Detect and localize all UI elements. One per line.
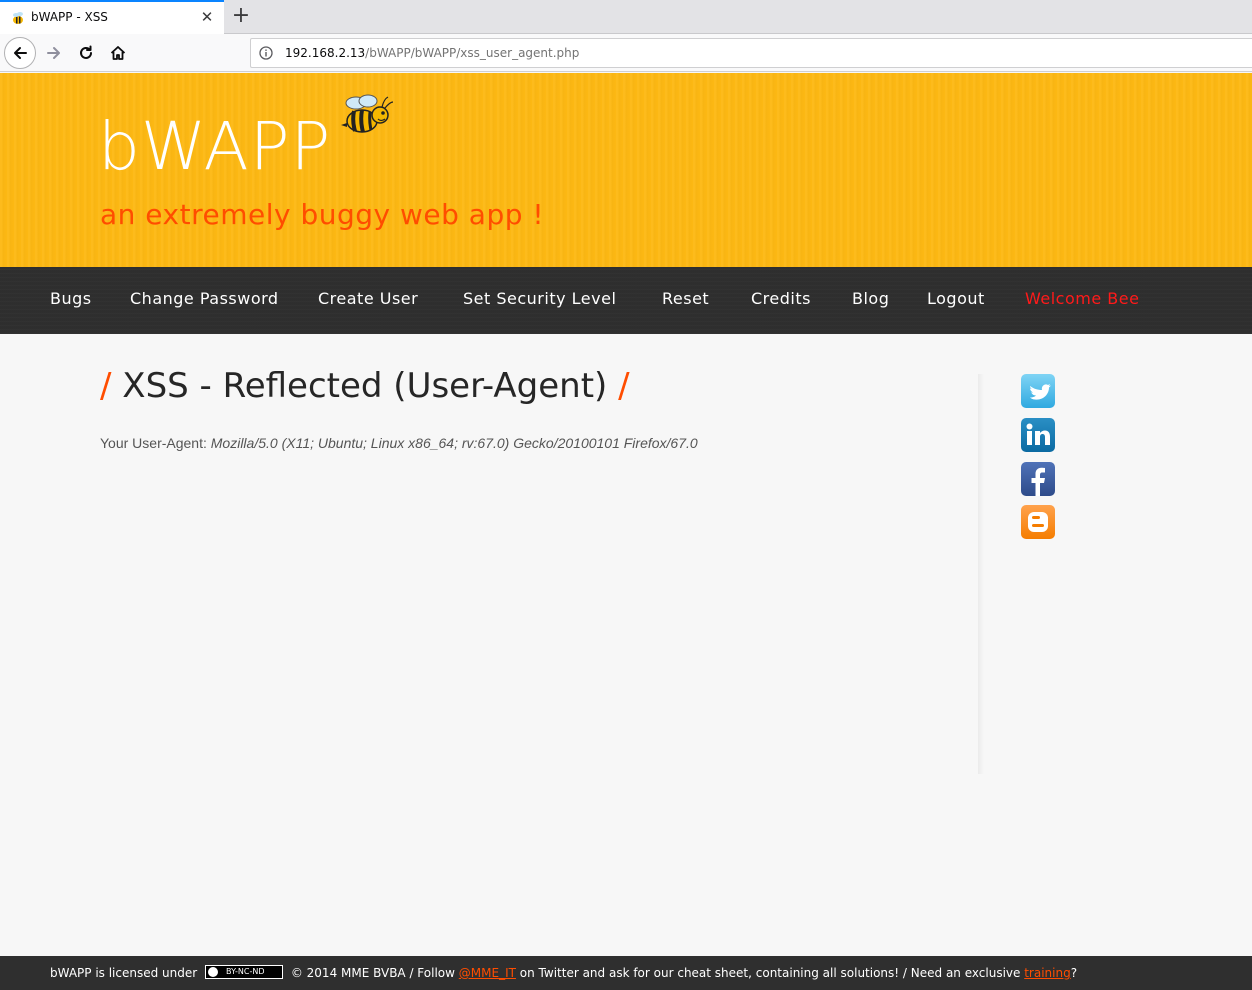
main-menu: Bugs Change Password Create User Set Sec…	[0, 267, 1252, 334]
menu-item-reset[interactable]: Reset	[662, 289, 709, 308]
linkedin-icon[interactable]	[1021, 418, 1055, 452]
footer-end-text: ?	[1070, 966, 1078, 980]
site-footer: bWAPP is licensed under BY-NC-ND © 2014 …	[0, 956, 1252, 990]
arrow-right-icon	[47, 47, 60, 59]
blogger-icon[interactable]	[1021, 505, 1055, 539]
browser-tab[interactable]: bWAPP - XSS ✕	[0, 0, 224, 34]
twitter-bird-icon	[1030, 384, 1051, 400]
training-link[interactable]: training	[1024, 966, 1071, 980]
title-slash-right: /	[618, 366, 630, 406]
url-host: 192.168.2.13	[285, 46, 366, 60]
sidebar-divider	[978, 374, 984, 774]
main-content: / XSS - Reflected (User-Agent) / Your Us…	[0, 334, 1252, 954]
url-bar[interactable]: 192.168.2.13/bWAPP/bWAPP/xss_user_agent.…	[250, 38, 1252, 68]
blogger-logo-icon	[1028, 512, 1048, 532]
cc-icon	[208, 966, 219, 977]
site-logo[interactable]: bWAPP	[98, 107, 331, 187]
menu-item-logout[interactable]: Logout	[927, 289, 985, 308]
home-icon	[110, 46, 126, 60]
menu-item-change-password[interactable]: Change Password	[130, 289, 279, 308]
new-tab-icon[interactable]: +	[230, 3, 252, 29]
creative-commons-badge[interactable]: BY-NC-ND	[205, 964, 284, 979]
title-slash-left: /	[100, 366, 112, 406]
arrow-left-icon	[14, 47, 27, 59]
user-agent-label: Your User-Agent:	[100, 435, 207, 451]
linkedin-logo-icon	[1026, 423, 1050, 445]
menu-item-set-security-level[interactable]: Set Security Level	[463, 289, 616, 308]
twitter-handle-link[interactable]: @MME_IT	[459, 966, 516, 980]
browser-tab-bar: bWAPP - XSS ✕ +	[0, 0, 1252, 34]
menu-item-create-user[interactable]: Create User	[318, 289, 418, 308]
menu-item-blog[interactable]: Blog	[852, 289, 889, 308]
back-button[interactable]	[4, 37, 36, 69]
page-title-text: XSS - Reflected (User-Agent)	[122, 366, 608, 406]
facebook-icon[interactable]	[1021, 462, 1055, 496]
twitter-icon[interactable]	[1021, 374, 1055, 408]
menu-item-credits[interactable]: Credits	[751, 289, 811, 308]
cc-badge-label: BY-NC-ND	[226, 966, 265, 976]
footer-license-text: bWAPP is licensed under	[50, 966, 198, 980]
tab-title: bWAPP - XSS	[31, 10, 108, 24]
close-tab-icon[interactable]: ✕	[198, 8, 216, 26]
footer-copyright-text: © 2014 MME BVBA / Follow	[290, 966, 455, 980]
bee-favicon-icon	[13, 12, 23, 24]
welcome-text: Welcome Bee	[1025, 289, 1140, 308]
forward-button[interactable]	[38, 37, 70, 69]
reload-icon	[80, 45, 92, 59]
facebook-logo-icon	[1031, 467, 1045, 496]
site-tagline: an extremely buggy web app !	[100, 198, 545, 231]
url-text[interactable]: 192.168.2.13/bWAPP/bWAPP/xss_user_agent.…	[285, 46, 579, 60]
menu-item-bugs[interactable]: Bugs	[50, 289, 92, 308]
user-agent-value: Mozilla/5.0 (X11; Ubuntu; Linux x86_64; …	[210, 435, 698, 451]
reload-button[interactable]	[70, 37, 102, 69]
browser-toolbar: 192.168.2.13/bWAPP/bWAPP/xss_user_agent.…	[0, 34, 1252, 72]
url-path: /bWAPP/bWAPP/xss_user_agent.php	[365, 46, 580, 60]
bee-icon	[341, 94, 394, 133]
footer-cheat-sheet-text: on Twitter and ask for our cheat sheet, …	[519, 966, 1021, 980]
site-header: bWAPP an extremely buggy web app !	[0, 73, 1252, 267]
info-icon[interactable]	[259, 46, 273, 60]
home-button[interactable]	[102, 37, 134, 69]
footer-text: bWAPP is licensed under BY-NC-ND © 2014 …	[50, 964, 1078, 981]
user-agent-line: Your User-Agent: Mozilla/5.0 (X11; Ubunt…	[100, 435, 698, 451]
page-title: / XSS - Reflected (User-Agent) /	[100, 364, 630, 408]
